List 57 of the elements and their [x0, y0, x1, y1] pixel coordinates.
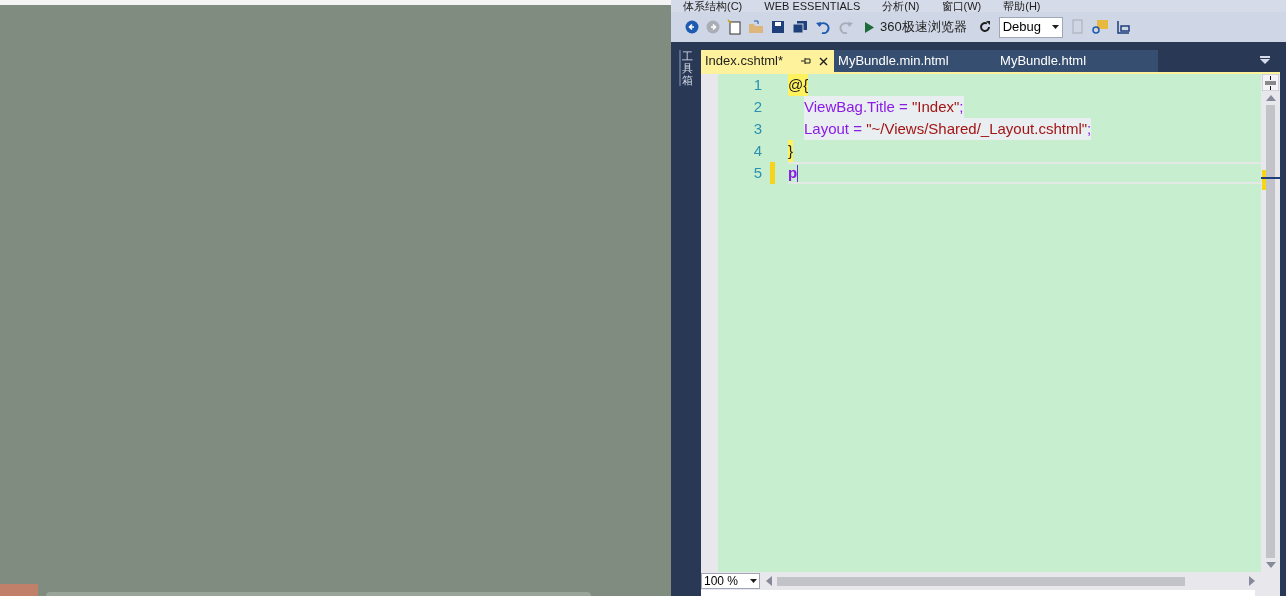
menu-item[interactable]: 体系结构(C)	[683, 1, 743, 12]
run-button[interactable]: 360极速浏览器	[861, 17, 971, 37]
find-icon[interactable]	[1090, 19, 1109, 35]
code-token: }	[788, 139, 793, 163]
split-icon[interactable]	[1262, 74, 1279, 91]
configuration-value: Debug	[1002, 18, 1041, 37]
dropdown-arrow-icon	[1051, 25, 1059, 29]
caret-marker	[1261, 177, 1280, 179]
refresh-icon[interactable]	[977, 20, 992, 34]
change-bar	[770, 162, 775, 184]
document-tab[interactable]: MyBundle.min.html	[834, 50, 997, 72]
code-token: ;	[959, 95, 964, 119]
tab-label: Index.cshtml*	[705, 52, 784, 71]
line-number: 2	[752, 96, 762, 117]
scroll-right-icon[interactable]	[1249, 576, 1255, 586]
code-token: p	[788, 162, 798, 183]
toolbox-tab[interactable]: 工具箱	[679, 50, 693, 86]
tab-label: MyBundle.min.html	[838, 52, 949, 71]
scroll-up-icon[interactable]	[1265, 95, 1276, 101]
pin-icon[interactable]	[801, 57, 812, 65]
tab-label: MyBundle.html	[1000, 52, 1087, 71]
document-tab[interactable]: MyBundle.html	[996, 50, 1159, 72]
undo-icon[interactable]	[815, 20, 831, 34]
code-token: Layout =	[804, 117, 867, 141]
zoom-value: 100 %	[704, 573, 739, 590]
scroll-thumb[interactable]	[1266, 105, 1275, 558]
menu-item[interactable]: 分析(N)	[882, 1, 920, 12]
forward-icon[interactable]	[706, 20, 720, 34]
scroll-left-icon[interactable]	[766, 576, 772, 586]
thumbnail-icon	[0, 584, 38, 596]
tab-list-icon[interactable]	[1260, 56, 1270, 64]
zoom-dropdown[interactable]: 100 %	[701, 573, 760, 589]
menu-item[interactable]: WEB ESSENTIALS	[764, 1, 861, 12]
document-tab[interactable]: Index.cshtml*	[701, 50, 835, 72]
menu-item[interactable]: 窗口(W)	[941, 1, 982, 12]
code-token: ;	[1087, 117, 1092, 141]
menu-item[interactable]: 帮助(H)	[1003, 1, 1041, 12]
back-icon[interactable]	[685, 20, 699, 34]
save-icon[interactable]	[771, 20, 785, 34]
play-icon	[865, 21, 874, 33]
layout-icon[interactable]	[1115, 20, 1130, 34]
new-item-icon[interactable]	[727, 19, 741, 35]
line-number: 4	[752, 140, 762, 161]
scroll-down-icon[interactable]	[1265, 562, 1276, 568]
line-number: 1	[752, 74, 762, 95]
save-all-icon[interactable]	[792, 20, 808, 34]
change-marker	[1262, 170, 1266, 190]
open-folder-icon[interactable]	[748, 20, 764, 34]
code-token: @{	[788, 73, 809, 97]
line-number: 5	[752, 162, 762, 183]
text-caret	[797, 164, 799, 182]
code-token: ViewBag.Title =	[804, 95, 912, 119]
close-icon[interactable]	[819, 56, 829, 66]
dropdown-arrow-icon	[750, 579, 757, 583]
horizontal-scroll-thumb[interactable]	[777, 576, 1185, 586]
configuration-dropdown[interactable]: Debug	[998, 16, 1063, 38]
line-number: 3	[752, 118, 762, 139]
